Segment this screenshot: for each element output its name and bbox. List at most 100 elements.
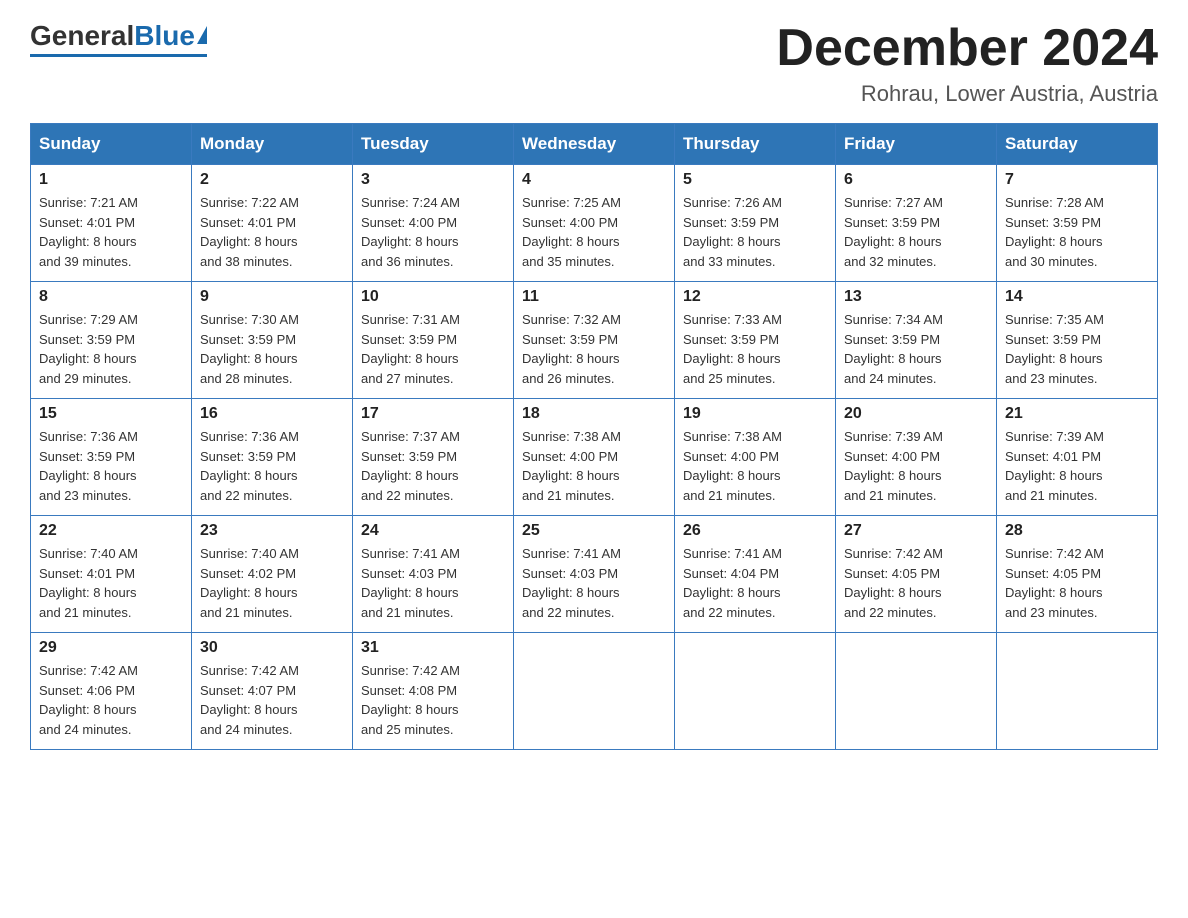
day-number: 3 <box>361 171 505 189</box>
calendar-cell: 19 Sunrise: 7:38 AMSunset: 4:00 PMDayligh… <box>675 399 836 516</box>
day-info: Sunrise: 7:27 AMSunset: 3:59 PMDaylight:… <box>844 193 988 271</box>
calendar-cell: 31Sunrise: 7:42 AMSunset: 4:08 PMDayligh… <box>353 633 514 750</box>
day-info: Sunrise: 7:26 AMSunset: 3:59 PMDaylight:… <box>683 193 827 271</box>
day-info: Sunrise: 7:42 AMSunset: 4:07 PMDaylight:… <box>200 661 344 739</box>
day-info: Sunrise: 7:39 AMSunset: 4:01 PMDaylight:… <box>1005 427 1149 505</box>
day-number: 1 <box>39 171 183 189</box>
logo: General Blue <box>30 20 207 57</box>
day-info: Sunrise: 7:33 AMSunset: 3:59 PMDaylight:… <box>683 310 827 388</box>
calendar-cell: 1 Sunrise: 7:21 AMSunset: 4:01 PMDaylight… <box>31 165 192 282</box>
day-number: 13 <box>844 288 988 306</box>
day-info: Sunrise: 7:41 AMSunset: 4:03 PMDaylight:… <box>361 544 505 622</box>
calendar-cell <box>514 633 675 750</box>
calendar-cell: 29 Sunrise: 7:42 AMSunset: 4:06 PMDayligh… <box>31 633 192 750</box>
day-info: Sunrise: 7:34 AMSunset: 3:59 PMDaylight:… <box>844 310 988 388</box>
day-info: Sunrise: 7:42 AMSunset: 4:06 PMDaylight:… <box>39 661 183 739</box>
day-info: Sunrise: 7:40 AMSunset: 4:02 PMDaylight:… <box>200 544 344 622</box>
header-wednesday: Wednesday <box>514 124 675 165</box>
weekday-header-row: Sunday Monday Tuesday Wednesday Thursday… <box>31 124 1158 165</box>
day-info: Sunrise: 7:22 AMSunset: 4:01 PMDaylight:… <box>200 193 344 271</box>
calendar-cell: 9Sunrise: 7:30 AMSunset: 3:59 PMDaylight… <box>192 282 353 399</box>
calendar-cell: 15Sunrise: 7:36 AMSunset: 3:59 PMDayligh… <box>31 399 192 516</box>
day-info: Sunrise: 7:29 AMSunset: 3:59 PMDaylight:… <box>39 310 183 388</box>
day-number: 2 <box>200 171 344 189</box>
logo-blue-part: Blue <box>134 20 207 52</box>
day-number: 4 <box>522 171 666 189</box>
day-number: 9 <box>200 288 344 306</box>
calendar-cell: 21Sunrise: 7:39 AMSunset: 4:01 PMDayligh… <box>997 399 1158 516</box>
day-number: 5 <box>683 171 827 189</box>
calendar-cell: 7 Sunrise: 7:28 AMSunset: 3:59 PMDaylight… <box>997 165 1158 282</box>
header-tuesday: Tuesday <box>353 124 514 165</box>
calendar-cell: 26 Sunrise: 7:41 AMSunset: 4:04 PMDayligh… <box>675 516 836 633</box>
location-title: Rohrau, Lower Austria, Austria <box>776 81 1158 107</box>
day-number: 8 <box>39 288 183 306</box>
day-number: 19 <box>683 405 827 423</box>
calendar-cell: 6 Sunrise: 7:27 AMSunset: 3:59 PMDaylight… <box>836 165 997 282</box>
calendar-cell: 18Sunrise: 7:38 AMSunset: 4:00 PMDayligh… <box>514 399 675 516</box>
header-sunday: Sunday <box>31 124 192 165</box>
calendar-cell: 20 Sunrise: 7:39 AMSunset: 4:00 PMDayligh… <box>836 399 997 516</box>
calendar-cell: 28 Sunrise: 7:42 AMSunset: 4:05 PMDayligh… <box>997 516 1158 633</box>
day-number: 12 <box>683 288 827 306</box>
day-number: 26 <box>683 522 827 540</box>
header-monday: Monday <box>192 124 353 165</box>
calendar-week-row: 15 Sunrise: 7:36 AMSunset: 3:59 PMDayligh… <box>31 399 1158 516</box>
calendar-body: 1 Sunrise: 7:21 AMSunset: 4:01 PMDaylight… <box>31 165 1158 750</box>
calendar-week-row: 8 Sunrise: 7:29 AMSunset: 3:59 PMDaylight… <box>31 282 1158 399</box>
calendar-cell <box>675 633 836 750</box>
calendar-week-row: 1 Sunrise: 7:21 AMSunset: 4:01 PMDaylight… <box>31 165 1158 282</box>
calendar-cell: 4 Sunrise: 7:25 AMSunset: 4:00 PMDaylight… <box>514 165 675 282</box>
calendar-cell: 13 Sunrise: 7:34 AMSunset: 3:59 PMDayligh… <box>836 282 997 399</box>
day-number: 15 <box>39 405 183 423</box>
day-number: 30 <box>200 639 344 657</box>
day-number: 28 <box>1005 522 1149 540</box>
calendar-cell: 30 Sunrise: 7:42 AMSunset: 4:07 PMDayligh… <box>192 633 353 750</box>
day-number: 29 <box>39 639 183 657</box>
calendar-cell: 12 Sunrise: 7:33 AMSunset: 3:59 PMDayligh… <box>675 282 836 399</box>
title-area: December 2024 Rohrau, Lower Austria, Aus… <box>776 20 1158 107</box>
day-number: 14 <box>1005 288 1149 306</box>
calendar-table: Sunday Monday Tuesday Wednesday Thursday… <box>30 123 1158 750</box>
day-info: Sunrise: 7:39 AMSunset: 4:00 PMDaylight:… <box>844 427 988 505</box>
header-thursday: Thursday <box>675 124 836 165</box>
logo-underline <box>30 54 207 57</box>
calendar-cell: 5 Sunrise: 7:26 AMSunset: 3:59 PMDaylight… <box>675 165 836 282</box>
calendar-cell <box>836 633 997 750</box>
calendar-cell: 10Sunrise: 7:31 AMSunset: 3:59 PMDayligh… <box>353 282 514 399</box>
day-number: 6 <box>844 171 988 189</box>
day-number: 7 <box>1005 171 1149 189</box>
day-info: Sunrise: 7:24 AMSunset: 4:00 PMDaylight:… <box>361 193 505 271</box>
calendar-cell: 17Sunrise: 7:37 AMSunset: 3:59 PMDayligh… <box>353 399 514 516</box>
header: General Blue December 2024 Rohrau, Lower… <box>30 20 1158 107</box>
day-info: Sunrise: 7:37 AMSunset: 3:59 PMDaylight:… <box>361 427 505 505</box>
day-info: Sunrise: 7:21 AMSunset: 4:01 PMDaylight:… <box>39 193 183 271</box>
day-info: Sunrise: 7:31 AMSunset: 3:59 PMDaylight:… <box>361 310 505 388</box>
logo-general-text: General <box>30 20 134 52</box>
calendar-week-row: 22Sunrise: 7:40 AMSunset: 4:01 PMDayligh… <box>31 516 1158 633</box>
calendar-cell: 23Sunrise: 7:40 AMSunset: 4:02 PMDayligh… <box>192 516 353 633</box>
month-title: December 2024 <box>776 20 1158 77</box>
header-saturday: Saturday <box>997 124 1158 165</box>
logo-triangle-icon <box>197 26 207 44</box>
day-info: Sunrise: 7:42 AMSunset: 4:05 PMDaylight:… <box>1005 544 1149 622</box>
calendar-cell: 25Sunrise: 7:41 AMSunset: 4:03 PMDayligh… <box>514 516 675 633</box>
day-info: Sunrise: 7:25 AMSunset: 4:00 PMDaylight:… <box>522 193 666 271</box>
day-info: Sunrise: 7:28 AMSunset: 3:59 PMDaylight:… <box>1005 193 1149 271</box>
day-number: 20 <box>844 405 988 423</box>
day-info: Sunrise: 7:42 AMSunset: 4:08 PMDaylight:… <box>361 661 505 739</box>
day-info: Sunrise: 7:40 AMSunset: 4:01 PMDaylight:… <box>39 544 183 622</box>
day-number: 16 <box>200 405 344 423</box>
calendar-cell: 3 Sunrise: 7:24 AMSunset: 4:00 PMDaylight… <box>353 165 514 282</box>
day-info: Sunrise: 7:36 AMSunset: 3:59 PMDaylight:… <box>200 427 344 505</box>
day-info: Sunrise: 7:42 AMSunset: 4:05 PMDaylight:… <box>844 544 988 622</box>
day-info: Sunrise: 7:41 AMSunset: 4:03 PMDaylight:… <box>522 544 666 622</box>
calendar-cell <box>997 633 1158 750</box>
calendar-cell: 27Sunrise: 7:42 AMSunset: 4:05 PMDayligh… <box>836 516 997 633</box>
day-info: Sunrise: 7:38 AMSunset: 4:00 PMDaylight:… <box>683 427 827 505</box>
calendar-cell: 22Sunrise: 7:40 AMSunset: 4:01 PMDayligh… <box>31 516 192 633</box>
calendar-week-row: 29 Sunrise: 7:42 AMSunset: 4:06 PMDayligh… <box>31 633 1158 750</box>
day-number: 11 <box>522 288 666 306</box>
day-info: Sunrise: 7:41 AMSunset: 4:04 PMDaylight:… <box>683 544 827 622</box>
logo-blue-text: Blue <box>134 20 195 52</box>
